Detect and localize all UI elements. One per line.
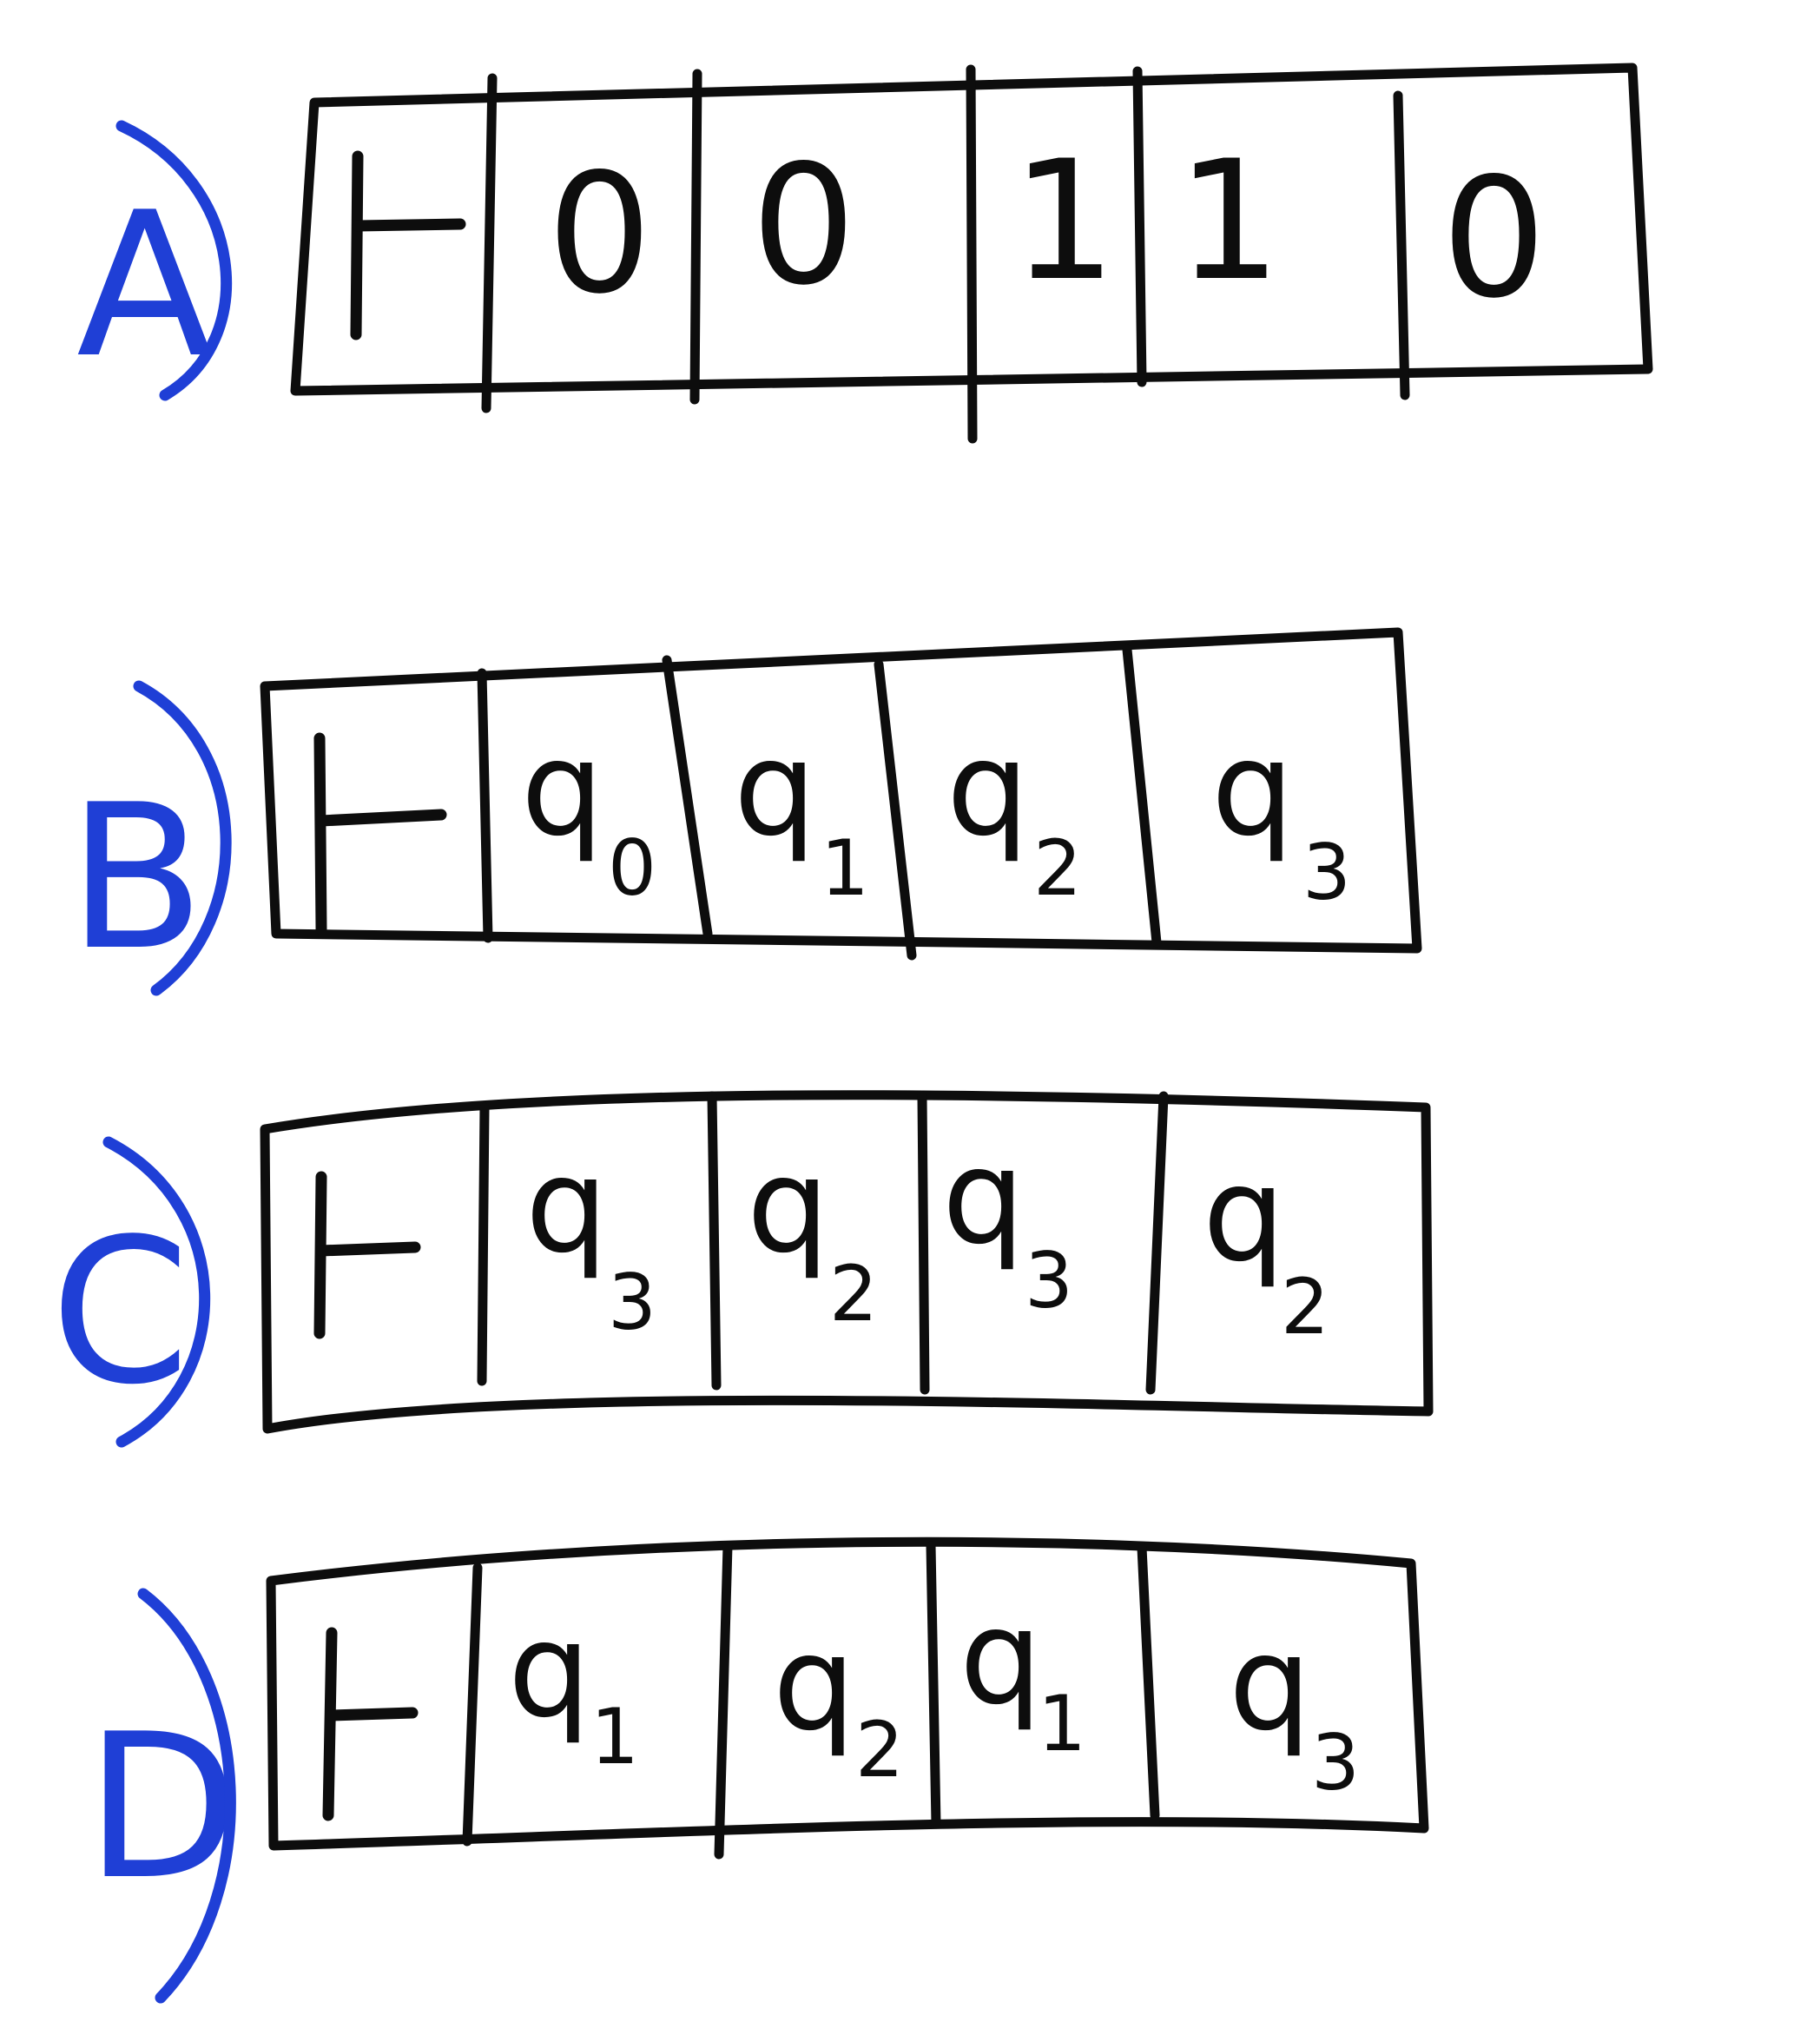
tape-cell: q 3 xyxy=(1229,1609,1360,1807)
cell-divider xyxy=(481,73,498,413)
tape-cell: q 2 xyxy=(747,1131,878,1338)
cell-symbol: 1 xyxy=(1012,125,1117,317)
whiteboard-page: A 0 0 1 1 0 B q 0 q 1 q 2 q 3 C q 3 q 2 … xyxy=(0,0,1820,2022)
turnstile-horizontal xyxy=(352,218,466,232)
cell-divider xyxy=(1122,644,1162,948)
cell-divider xyxy=(477,668,493,943)
cell-divider xyxy=(1145,1091,1169,1395)
turnstile-vertical xyxy=(350,150,364,340)
tape-d: D q 1 q 2 q 1 q 3 xyxy=(85,1536,1429,2004)
cell-symbol: 0 xyxy=(751,129,856,321)
cell-divider xyxy=(707,1091,722,1391)
state-symbol: q xyxy=(1211,714,1294,865)
turnstile-vertical xyxy=(313,732,327,935)
cell-symbol: 0 xyxy=(547,138,652,330)
tape-cell xyxy=(313,1171,421,1339)
cell-divider xyxy=(662,655,713,939)
state-symbol: q xyxy=(734,714,816,865)
turnstile-horizontal xyxy=(315,1241,421,1257)
turnstile-horizontal xyxy=(315,809,447,827)
turnstile-vertical xyxy=(322,1627,338,1821)
state-subscript: 3 xyxy=(608,1258,656,1347)
state-subscript: 1 xyxy=(590,1692,639,1781)
cell-divider xyxy=(1393,90,1410,400)
state-subscript: 2 xyxy=(829,1249,878,1338)
tape-cell: q 1 xyxy=(508,1596,639,1781)
cell-divider xyxy=(966,64,978,444)
tape-cell: q 0 xyxy=(521,714,656,913)
cell-divider xyxy=(1137,1543,1160,1820)
cell-divider xyxy=(917,1091,930,1395)
state-symbol: q xyxy=(773,1609,855,1760)
state-subscript: 2 xyxy=(1033,823,1082,913)
state-symbol: q xyxy=(1229,1609,1311,1760)
state-subscript: 2 xyxy=(1281,1262,1329,1351)
state-subscript: 0 xyxy=(608,823,656,913)
cell-divider xyxy=(714,1541,733,1860)
state-subscript: 3 xyxy=(1311,1718,1360,1807)
cell-divider xyxy=(689,69,702,405)
tape-cell: q 1 xyxy=(734,714,869,913)
tape-b: B q 0 q 1 q 2 q 3 xyxy=(68,627,1422,996)
cell-divider xyxy=(874,659,917,961)
state-symbol: q xyxy=(959,1583,1042,1734)
tape-a: A 0 0 1 1 0 xyxy=(76,63,1653,444)
state-symbol: q xyxy=(508,1596,590,1747)
state-symbol: q xyxy=(525,1131,608,1282)
tape-cell: q 2 xyxy=(773,1609,904,1794)
tape-cell xyxy=(350,150,466,340)
state-subscript: 3 xyxy=(1302,828,1351,917)
cell-symbol: 1 xyxy=(1177,125,1282,317)
state-symbol: q xyxy=(747,1131,829,1282)
state-subscript: 2 xyxy=(855,1705,904,1794)
tape-diagram: A 0 0 1 1 0 B q 0 q 1 q 2 q 3 C q 3 q 2 … xyxy=(50,63,1653,2004)
tape-cell: q 1 xyxy=(959,1583,1086,1768)
state-symbol: q xyxy=(1203,1140,1285,1291)
cell-divider xyxy=(926,1541,941,1829)
tape-cell: q 2 xyxy=(946,714,1082,913)
cell-divider xyxy=(462,1563,483,1847)
tape-cell: q 3 xyxy=(1211,714,1351,917)
tape-cell: q 2 xyxy=(1203,1140,1329,1351)
tape-cell xyxy=(313,732,447,935)
cell-divider xyxy=(477,1102,490,1386)
cell-symbol: 0 xyxy=(1441,142,1546,334)
state-subscript: 1 xyxy=(1038,1679,1086,1768)
state-symbol: q xyxy=(521,714,603,865)
tape-c: C q 3 q 2 q 3 q 2 xyxy=(50,1090,1434,1448)
tape-cell: q 3 xyxy=(525,1131,656,1347)
state-symbol: q xyxy=(942,1122,1025,1273)
state-subscript: 3 xyxy=(1025,1236,1073,1325)
tape-cell xyxy=(322,1627,419,1821)
state-subscript: 1 xyxy=(821,823,869,913)
cell-divider xyxy=(1132,66,1147,387)
tape-cell: q 3 xyxy=(942,1122,1073,1325)
turnstile-horizontal xyxy=(326,1707,419,1721)
state-symbol: q xyxy=(946,714,1029,865)
